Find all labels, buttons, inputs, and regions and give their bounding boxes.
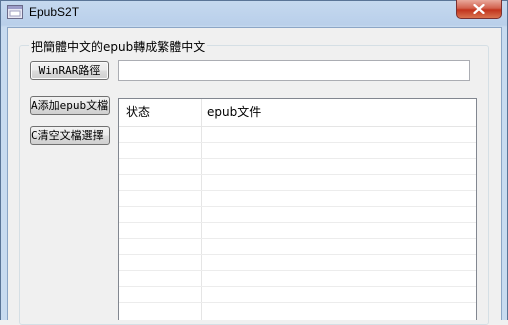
row-gridline xyxy=(119,222,476,223)
row-gridline xyxy=(119,142,476,143)
row-gridline xyxy=(119,238,476,239)
add-epub-button-label: A添加epub文檔 xyxy=(31,99,109,112)
winrar-path-input[interactable] xyxy=(118,60,470,81)
row-gridline xyxy=(119,254,476,255)
row-gridline xyxy=(119,270,476,271)
close-button[interactable] xyxy=(456,0,502,19)
row-gridline xyxy=(119,174,476,175)
add-epub-button[interactable]: A添加epub文檔 xyxy=(30,96,110,115)
window-title: EpubS2T xyxy=(29,5,80,19)
close-icon xyxy=(473,4,485,14)
column-header-status[interactable]: 状态 xyxy=(126,99,150,126)
clear-selection-button[interactable]: C清空文檔選擇 xyxy=(30,126,110,145)
row-gridline xyxy=(119,190,476,191)
winrar-path-button-label: WinRAR路徑 xyxy=(38,64,101,77)
app-window-icon xyxy=(7,5,23,19)
row-gridline xyxy=(119,286,476,287)
row-gridline xyxy=(119,302,476,303)
groupbox-title: 把簡體中文的epub轉成繁體中文 xyxy=(29,38,208,55)
title-bar[interactable]: EpubS2T xyxy=(0,0,508,26)
winrar-path-button[interactable]: WinRAR路徑 xyxy=(30,61,109,80)
list-header: 状态 epub文件 xyxy=(119,99,476,127)
row-gridline xyxy=(119,158,476,159)
column-header-epub-file[interactable]: epub文件 xyxy=(207,99,261,126)
clear-selection-button-label: C清空文檔選擇 xyxy=(31,129,104,142)
epub-file-list[interactable]: 状态 epub文件 xyxy=(118,98,477,320)
row-gridline xyxy=(119,206,476,207)
